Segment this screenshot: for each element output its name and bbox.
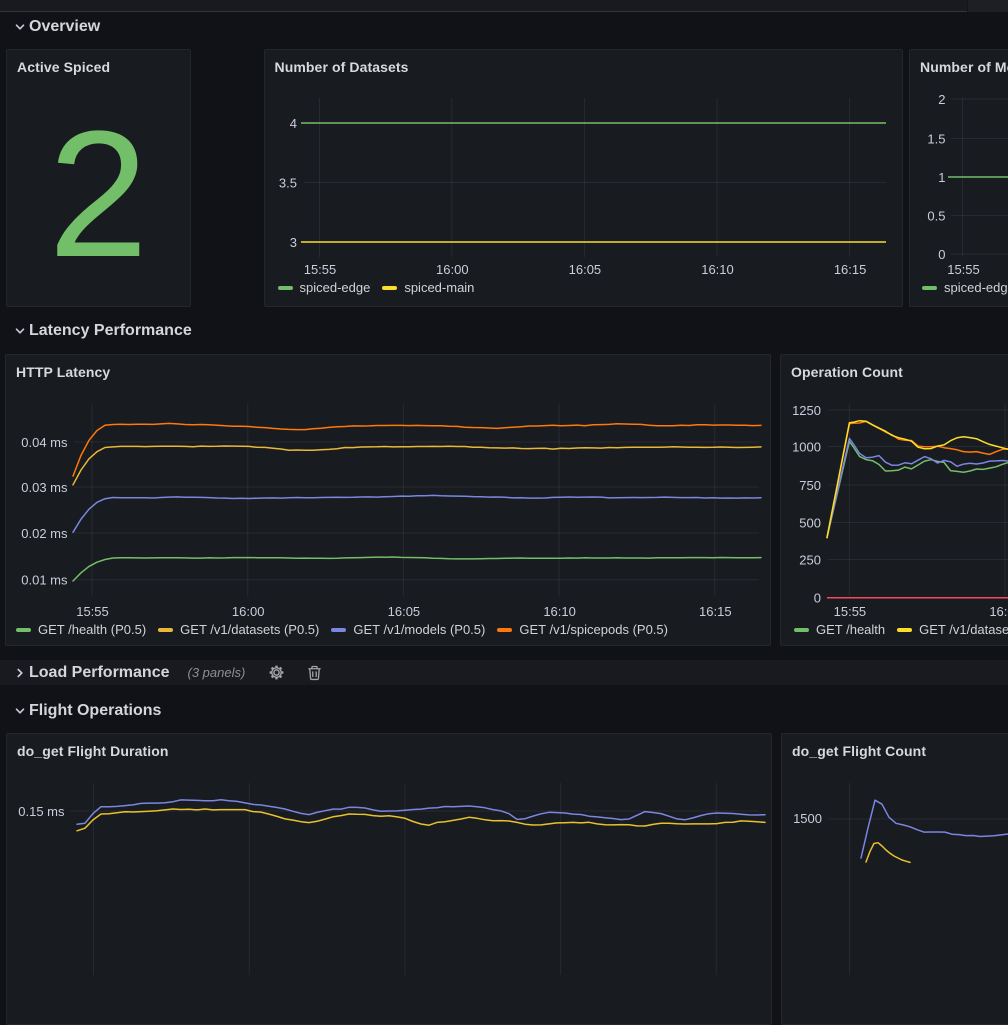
svg-text:3.5: 3.5 <box>278 176 296 191</box>
svg-text:0.01 ms: 0.01 ms <box>21 573 68 588</box>
svg-text:2: 2 <box>938 92 945 107</box>
svg-text:3: 3 <box>289 235 296 250</box>
svg-text:0.03 ms: 0.03 ms <box>21 480 68 495</box>
svg-text:1.5: 1.5 <box>927 132 945 147</box>
svg-text:0.04 ms: 0.04 ms <box>21 435 68 450</box>
svg-text:16:15: 16:15 <box>833 262 866 277</box>
svg-text:0.02 ms: 0.02 ms <box>21 526 68 541</box>
svg-text:0.5: 0.5 <box>927 209 945 224</box>
svg-text:250: 250 <box>799 553 821 568</box>
svg-text:16:05: 16:05 <box>388 604 421 619</box>
svg-text:0: 0 <box>814 591 821 606</box>
svg-text:15:55: 15:55 <box>834 604 867 619</box>
svg-text:15:55: 15:55 <box>947 262 980 277</box>
svg-text:4: 4 <box>289 116 296 131</box>
svg-text:16:10: 16:10 <box>543 604 576 619</box>
svg-text:16:10: 16:10 <box>701 262 734 277</box>
svg-text:16:15: 16:15 <box>699 604 732 619</box>
svg-text:1500: 1500 <box>793 811 822 826</box>
svg-text:16:05: 16:05 <box>568 262 601 277</box>
svg-text:15:55: 15:55 <box>76 604 109 619</box>
svg-text:15:55: 15:55 <box>303 262 336 277</box>
svg-text:1: 1 <box>938 170 945 185</box>
svg-text:1000: 1000 <box>792 440 821 455</box>
svg-text:0: 0 <box>938 247 945 262</box>
svg-text:750: 750 <box>799 478 821 493</box>
svg-text:16:00: 16:00 <box>989 604 1008 619</box>
svg-text:16:00: 16:00 <box>232 604 265 619</box>
svg-text:16:00: 16:00 <box>436 262 469 277</box>
svg-text:0.15 ms: 0.15 ms <box>18 804 65 819</box>
svg-text:1250: 1250 <box>792 403 821 418</box>
svg-text:500: 500 <box>799 516 821 531</box>
